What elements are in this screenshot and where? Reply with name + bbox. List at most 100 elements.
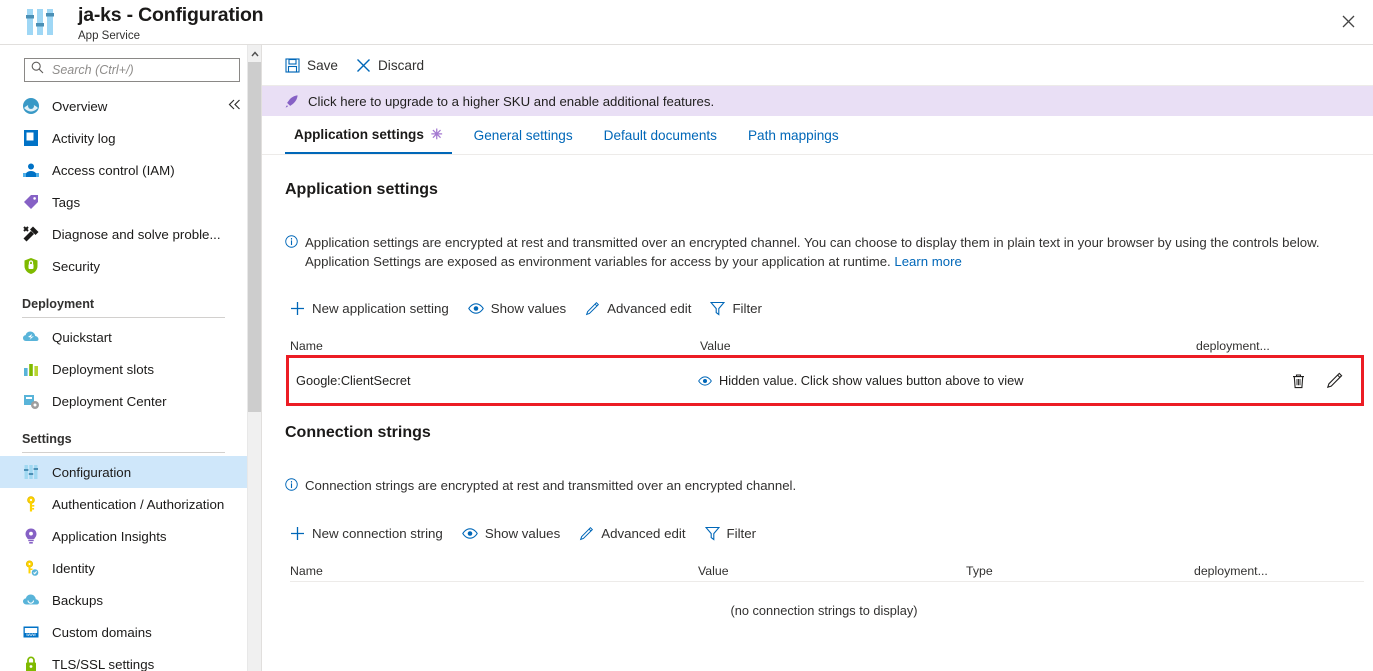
sidebar-item-label: Tags bbox=[52, 194, 81, 210]
sidebar-item-label: Backups bbox=[52, 592, 103, 608]
sidebar-item-label: Quickstart bbox=[52, 329, 112, 345]
divider bbox=[22, 452, 225, 453]
page-subtitle: App Service bbox=[78, 30, 141, 42]
identity-key-icon bbox=[22, 559, 44, 577]
access-control-icon bbox=[22, 161, 44, 179]
plus-icon bbox=[290, 301, 305, 316]
tab-path-mappings[interactable]: Path mappings bbox=[739, 116, 848, 154]
sidebar-item-deployment-center[interactable]: Deployment Center bbox=[0, 385, 247, 417]
info-circle-icon bbox=[285, 478, 298, 496]
sidebar-item-label: Identity bbox=[52, 560, 95, 576]
pencil-icon bbox=[1326, 372, 1342, 389]
conn-strings-new-connection-string-button[interactable]: New connection string bbox=[290, 526, 443, 541]
learn-more-link[interactable]: Learn more bbox=[894, 254, 961, 269]
column-header-value: Value bbox=[700, 338, 731, 353]
rocket-icon bbox=[284, 94, 299, 109]
toolbar-button-label: New connection string bbox=[312, 525, 443, 541]
sidebar-item-deployment-slots[interactable]: Deployment slots bbox=[0, 353, 247, 385]
tab-general-settings[interactable]: General settings bbox=[465, 116, 582, 154]
sidebar-item-label: Application Insights bbox=[52, 528, 167, 544]
tab-strip: Application settings ✳ General settings Def… bbox=[262, 116, 1373, 155]
sidebar-item-overview[interactable]: Overview bbox=[0, 90, 247, 122]
toolbar-button-label: Filter bbox=[726, 525, 757, 541]
sidebar-item-tags[interactable]: Tags bbox=[0, 186, 247, 218]
blade-header: ja-ks - Configuration App Service bbox=[0, 0, 1373, 45]
sidebar-item-label: Access control (IAM) bbox=[52, 162, 175, 178]
setting-name: Google:ClientSecret bbox=[296, 373, 411, 388]
tab-label: General settings bbox=[473, 127, 573, 143]
sidebar-item-label: Security bbox=[52, 258, 101, 274]
sidebar-item-configuration[interactable]: Configuration bbox=[0, 456, 247, 488]
discard-label: Discard bbox=[377, 57, 425, 73]
delete-setting-button[interactable] bbox=[1284, 367, 1312, 395]
eye-icon bbox=[467, 302, 484, 314]
security-shield-icon bbox=[22, 257, 44, 275]
key-icon bbox=[22, 495, 44, 513]
pencil-icon bbox=[585, 301, 600, 316]
app-service-configuration-icon bbox=[22, 7, 58, 37]
connection-strings-info: Connection strings are encrypted at rest… bbox=[285, 476, 1355, 496]
sidebar-scrollbar[interactable] bbox=[247, 45, 262, 671]
app-settings-filter-button[interactable]: Filter bbox=[710, 301, 762, 316]
scroll-up-button[interactable] bbox=[248, 45, 262, 62]
sidebar-group-label: Deployment bbox=[22, 297, 95, 311]
command-bar: Save Discard bbox=[262, 45, 1373, 86]
connection-strings-toolbar: New connection string Show values Advanced… bbox=[290, 519, 775, 547]
edit-setting-button[interactable] bbox=[1320, 367, 1348, 395]
sidebar-item-diagnose-and-solve-proble[interactable]: Diagnose and solve proble... bbox=[0, 218, 247, 250]
azure-portal-blade: ja-ks - Configuration App Service Over bbox=[0, 0, 1373, 671]
column-header-name: Name bbox=[290, 338, 323, 353]
conn-strings-advanced-edit-button[interactable]: Advanced edit bbox=[579, 526, 686, 541]
unsaved-changes-asterisk-icon: ✳ bbox=[430, 125, 443, 142]
toolbar-button-label: Show values bbox=[484, 525, 561, 541]
sidebar-item-access-control-iam[interactable]: Access control (IAM) bbox=[0, 154, 247, 186]
app-settings-advanced-edit-button[interactable]: Advanced edit bbox=[585, 301, 691, 316]
tab-default-documents[interactable]: Default documents bbox=[595, 116, 726, 154]
sidebar-item-custom-domains[interactable]: www Custom domains bbox=[0, 616, 247, 648]
table-row[interactable]: Google:ClientSecret Hidden value. Click … bbox=[290, 359, 1360, 402]
sidebar-item-identity[interactable]: Identity bbox=[0, 552, 247, 584]
sidebar-item-security[interactable]: Security bbox=[0, 250, 247, 282]
sidebar-item-quickstart[interactable]: Quickstart bbox=[0, 321, 247, 353]
connection-strings-empty-message: (no connection strings to display) bbox=[730, 603, 918, 618]
conn-strings-filter-button[interactable]: Filter bbox=[704, 525, 757, 541]
sidebar-item-application-insights[interactable]: Application Insights bbox=[0, 520, 247, 552]
tls-ssl-lock-icon bbox=[22, 655, 44, 671]
column-header-deployment: deployment... bbox=[1196, 338, 1270, 353]
sidebar-search[interactable] bbox=[24, 58, 240, 82]
sidebar-item-activity-log[interactable]: Activity log bbox=[0, 122, 247, 154]
deployment-center-icon bbox=[22, 392, 44, 410]
diagnose-icon bbox=[22, 225, 44, 243]
application-settings-toolbar: New application setting Show values Advanc… bbox=[290, 294, 781, 322]
divider bbox=[22, 317, 225, 318]
connection-strings-heading: Connection strings bbox=[285, 424, 431, 441]
sidebar-item-authentication-authorization[interactable]: Authentication / Authorization bbox=[0, 488, 247, 520]
cs-column-header-value: Value bbox=[698, 563, 729, 578]
tab-label: Application settings bbox=[294, 126, 424, 142]
sidebar-nav: Overview Activity log Access control (IAM)… bbox=[0, 90, 247, 671]
scrollbar-thumb[interactable] bbox=[248, 62, 262, 412]
sidebar-item-label: TLS/SSL settings bbox=[52, 656, 155, 671]
connection-strings-grid-header: Name Value Type deployment... bbox=[290, 560, 1364, 582]
sidebar-item-label: Overview bbox=[52, 98, 108, 114]
app-settings-show-values-button[interactable]: Show values bbox=[467, 301, 566, 316]
sidebar-item-backups[interactable]: Backups bbox=[0, 584, 247, 616]
plus-icon bbox=[290, 526, 305, 541]
toolbar-button-label: Filter bbox=[732, 300, 762, 316]
activity-log-icon bbox=[22, 129, 44, 147]
page-title: ja-ks - Configuration bbox=[78, 4, 264, 26]
blade-title-block: ja-ks - Configuration App Service bbox=[78, 3, 264, 43]
close-blade-button[interactable] bbox=[1331, 4, 1365, 38]
backups-cloud-icon bbox=[22, 591, 44, 609]
save-button[interactable]: Save bbox=[285, 50, 338, 80]
deployment-slots-icon bbox=[22, 360, 44, 378]
sidebar-item-label: Configuration bbox=[52, 464, 132, 480]
conn-strings-show-values-button[interactable]: Show values bbox=[461, 525, 561, 541]
upgrade-sku-banner[interactable]: Click here to upgrade to a higher SKU an… bbox=[262, 86, 1373, 116]
application-settings-grid-header: Name Value deployment... bbox=[290, 335, 1364, 357]
tab-application-settings[interactable]: Application settings ✳ bbox=[285, 116, 452, 154]
discard-button[interactable]: Discard bbox=[356, 50, 424, 80]
sidebar-item-tls-ssl-settings[interactable]: TLS/SSL settings bbox=[0, 648, 247, 671]
app-settings-new-application-setting-button[interactable]: New application setting bbox=[290, 301, 449, 316]
search-input[interactable] bbox=[50, 62, 233, 78]
